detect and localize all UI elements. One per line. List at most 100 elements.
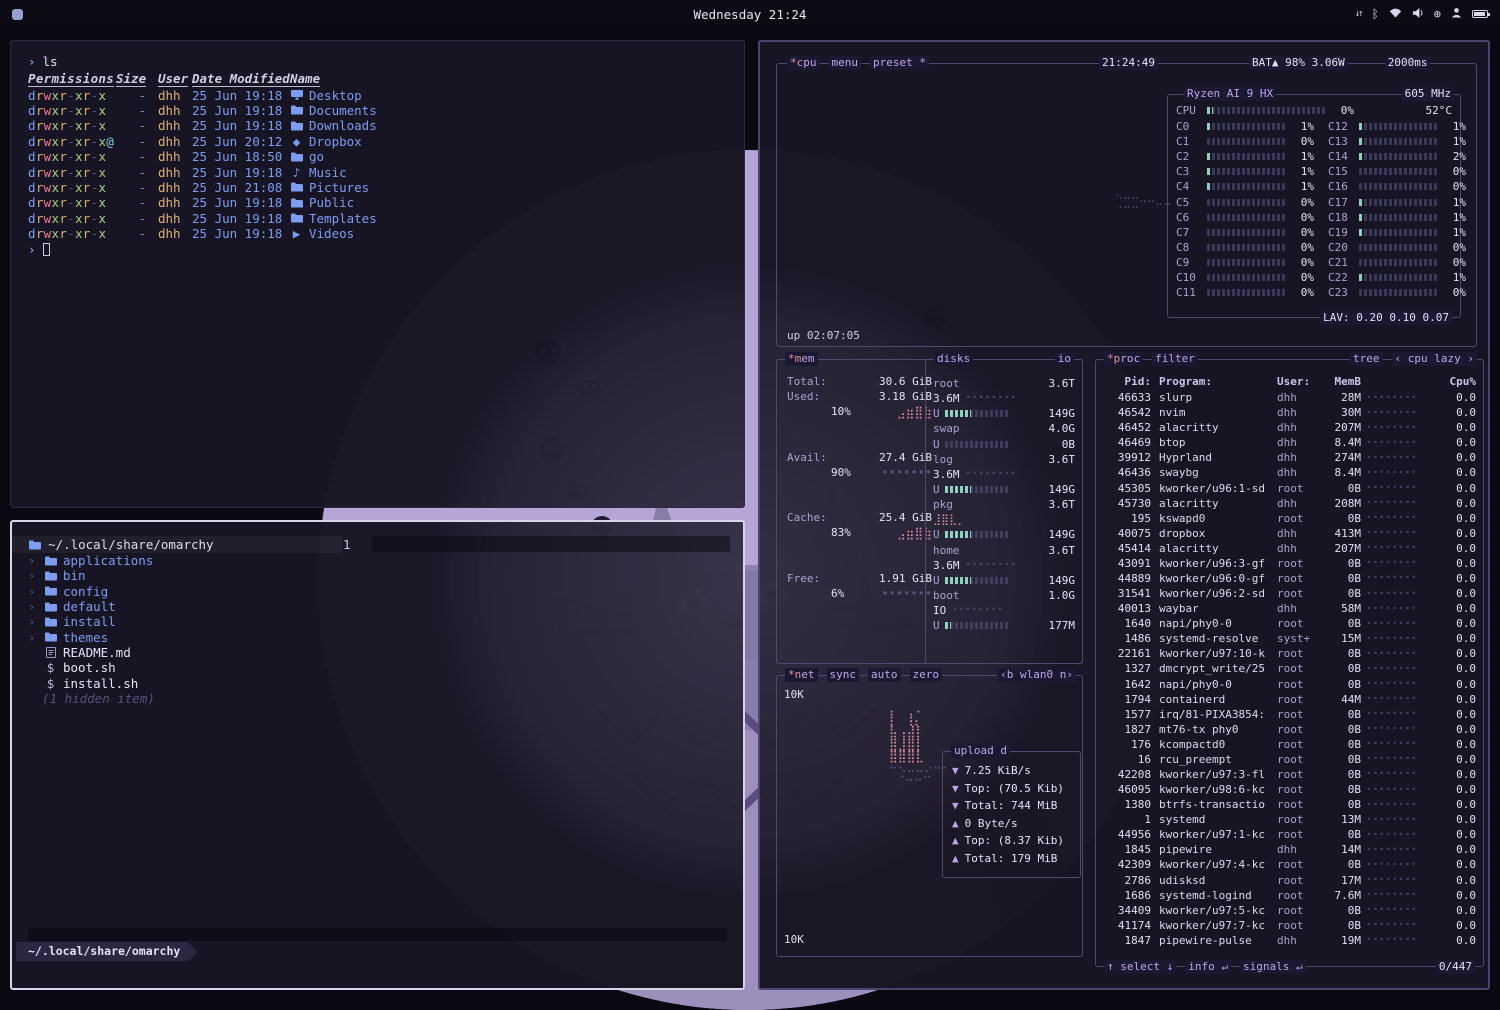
upload-box-title[interactable]: upload d (951, 744, 1010, 758)
process-row[interactable]: 1577irq/81-PIXA3854:root0B∙∙∙∙∙∙∙∙0.0 (1096, 707, 1483, 722)
footer-key-signals[interactable]: signals ↵ (1240, 960, 1306, 974)
process-row[interactable]: 176kcompactd0root0B∙∙∙∙∙∙∙∙0.0 (1096, 737, 1483, 752)
process-name: nvim (1151, 406, 1277, 419)
terminal-cursor[interactable] (43, 243, 50, 256)
process-row[interactable]: 45414alacrittydhh207M∙∙∙∙∙∙∙∙0.0 (1096, 541, 1483, 556)
tree-item-README.md[interactable]: README.md (12, 645, 342, 660)
process-row[interactable]: 46469btopdhh8.4M∙∙∙∙∙∙∙∙0.0 (1096, 435, 1483, 450)
process-row[interactable]: 44956kworker/u97:1-kcroot0B∙∙∙∙∙∙∙∙0.0 (1096, 827, 1483, 842)
mem-box-title[interactable]: *mem (785, 352, 818, 366)
tree-item-boot.sh[interactable]: $boot.sh (12, 660, 342, 675)
cpu-box-title[interactable]: *cpu (787, 56, 820, 70)
footer-key-info[interactable]: info ↵ (1185, 960, 1231, 974)
volume-icon[interactable] (1412, 8, 1424, 21)
file-row: drwxr-xr-x@-dhh25 Jun 20:12◆Dropbox (28, 134, 744, 149)
process-row[interactable]: 1847pipewire-pulsedhh19M∙∙∙∙∙∙∙∙0.0 (1096, 933, 1483, 948)
user-icon[interactable] (1451, 7, 1462, 21)
network-icon[interactable]: ⊕ (1434, 8, 1441, 20)
process-row[interactable]: 45305kworker/u96:1-sdroot0B∙∙∙∙∙∙∙∙0.0 (1096, 480, 1483, 495)
net-box-title[interactable]: *net (785, 668, 818, 682)
file-name: Public (290, 195, 354, 210)
file-name: Downloads (290, 118, 377, 133)
download-arrow-icon: ▼ (952, 799, 959, 812)
process-row[interactable]: 16rcu_preemptroot0B∙∙∙∙∙∙∙∙0.0 (1096, 752, 1483, 767)
process-row[interactable]: 43091kworker/u96:3-gfroot0B∙∙∙∙∙∙∙∙0.0 (1096, 556, 1483, 571)
process-row[interactable]: 1640napi/phy0-0root0B∙∙∙∙∙∙∙∙0.0 (1096, 616, 1483, 631)
tree-item-config[interactable]: ›config (12, 584, 342, 599)
tree-item-applications[interactable]: ›applications (12, 553, 342, 568)
tab-cpulazy[interactable]: ‹ cpu lazy › (1392, 352, 1477, 366)
tab-menu[interactable]: menu (829, 56, 862, 70)
proc-col-header: Cpu% (1423, 375, 1476, 388)
bluetooth-icon[interactable]: ᛒ (1372, 8, 1379, 20)
tab-tree[interactable]: tree (1350, 352, 1383, 366)
tab-preset[interactable]: preset * (870, 56, 929, 70)
file-date: 25 Jun 21:08 (192, 180, 290, 195)
process-row[interactable]: 1systemdroot13M∙∙∙∙∙∙∙∙0.0 (1096, 812, 1483, 827)
process-row[interactable]: 42208kworker/u97:3-flroot0B∙∙∙∙∙∙∙∙0.0 (1096, 767, 1483, 782)
file-manager-window: ~/.local/share/omarchy 1 ›applications›b… (10, 520, 745, 990)
wifi-icon[interactable] (1389, 8, 1402, 21)
process-row[interactable]: 1686systemd-logindroot7.6M∙∙∙∙∙∙∙∙0.0 (1096, 888, 1483, 903)
workspace-indicator[interactable] (12, 9, 23, 20)
current-directory-row[interactable]: ~/.local/share/omarchy (12, 536, 342, 553)
disks-box-title[interactable]: disks (934, 352, 973, 366)
process-row[interactable]: 1794containerdroot44M∙∙∙∙∙∙∙∙0.0 (1096, 692, 1483, 707)
process-row[interactable]: 41174kworker/u97:7-kcroot0B∙∙∙∙∙∙∙∙0.0 (1096, 918, 1483, 933)
process-row[interactable]: 1486systemd-resolvesyst+15M∙∙∙∙∙∙∙∙0.0 (1096, 631, 1483, 646)
process-row[interactable]: 42309kworker/u97:4-kcroot0B∙∙∙∙∙∙∙∙0.0 (1096, 857, 1483, 872)
update-interval[interactable]: 2000ms (1385, 56, 1431, 70)
tab-zero[interactable]: zero (910, 668, 943, 682)
process-row[interactable]: 2786udisksdroot17M∙∙∙∙∙∙∙∙0.0 (1096, 873, 1483, 888)
prompt-line-2: › (28, 241, 744, 257)
process-row[interactable]: 46095kworker/u98:6-kcroot0B∙∙∙∙∙∙∙∙0.0 (1096, 782, 1483, 797)
process-row[interactable]: 1642napi/phy0-0root0B∙∙∙∙∙∙∙∙0.0 (1096, 676, 1483, 691)
tree-item-themes[interactable]: ›themes (12, 629, 342, 644)
io-tab[interactable]: io (1055, 352, 1074, 366)
battery-icon[interactable] (1472, 10, 1488, 18)
process-row[interactable]: 22161kworker/u97:10-kroot0B∙∙∙∙∙∙∙∙0.0 (1096, 646, 1483, 661)
footer-key-select[interactable]: ↑ select ↓ (1104, 960, 1176, 974)
process-row[interactable]: 45730alacrittydhh208M∙∙∙∙∙∙∙∙0.0 (1096, 496, 1483, 511)
core-name: C8 (1176, 241, 1202, 254)
net-interface[interactable]: ‹b wlan0 n› (997, 668, 1076, 682)
process-row[interactable]: 46542nvimdhh30M∙∙∙∙∙∙∙∙0.0 (1096, 405, 1483, 420)
cpu-model: Ryzen AI 9 HX (1184, 87, 1276, 101)
proc-box-title[interactable]: *proc (1104, 352, 1143, 366)
cpu-total-label: CPU (1176, 104, 1202, 117)
core-name: C2 (1176, 150, 1202, 163)
process-row[interactable]: 31541kworker/u96:2-sdroot0B∙∙∙∙∙∙∙∙0.0 (1096, 586, 1483, 601)
tree-item-bin[interactable]: ›bin (12, 568, 342, 583)
process-mem: 8.4M (1323, 466, 1361, 479)
process-mem: 0B (1323, 678, 1361, 691)
process-row[interactable]: 1380btrfs-transactioroot0B∙∙∙∙∙∙∙∙0.0 (1096, 797, 1483, 812)
process-row[interactable]: 46436swaybgdhh8.4M∙∙∙∙∙∙∙∙0.0 (1096, 465, 1483, 480)
process-row[interactable]: 44889kworker/u96:0-gfroot0B∙∙∙∙∙∙∙∙0.0 (1096, 571, 1483, 586)
process-row[interactable]: 40075dropboxdhh413M∙∙∙∙∙∙∙∙0.0 (1096, 526, 1483, 541)
process-row[interactable]: 1327dmcrypt_write/25root0B∙∙∙∙∙∙∙∙0.0 (1096, 661, 1483, 676)
mem-stat-pct: 6% (831, 587, 844, 600)
tab-filter[interactable]: filter (1152, 352, 1198, 366)
process-name: kswapd0 (1151, 512, 1277, 525)
process-cpu-pct: 0.0 (1423, 572, 1476, 585)
process-name: kworker/u98:6-kc (1151, 783, 1277, 796)
process-row[interactable]: 39912Hyprlanddhh274M∙∙∙∙∙∙∙∙0.0 (1096, 450, 1483, 465)
process-mem: 274M (1323, 451, 1361, 464)
tray-arrows-icon[interactable]: ↓↑ (1355, 10, 1362, 19)
tab-auto[interactable]: auto (868, 668, 901, 682)
process-row[interactable]: 46452alacrittydhh207M∙∙∙∙∙∙∙∙0.0 (1096, 420, 1483, 435)
core-row: C191% (1328, 225, 1466, 240)
process-row[interactable]: 34409kworker/u97:5-kcroot0B∙∙∙∙∙∙∙∙0.0 (1096, 903, 1483, 918)
tree-item-default[interactable]: ›default (12, 599, 342, 614)
process-mem: 0B (1323, 798, 1361, 811)
process-row[interactable]: 195kswapd0root0B∙∙∙∙∙∙∙∙0.0 (1096, 511, 1483, 526)
tree-item-install[interactable]: ›install (12, 614, 342, 629)
process-row[interactable]: 1827mt76-tx phy0root0B∙∙∙∙∙∙∙∙0.0 (1096, 722, 1483, 737)
process-row[interactable]: 1845pipewiredhh14M∙∙∙∙∙∙∙∙0.0 (1096, 842, 1483, 857)
tab-sync[interactable]: sync (827, 668, 860, 682)
editor-cursorline[interactable] (372, 536, 730, 552)
process-row[interactable]: 46633slurpdhh28M∙∙∙∙∙∙∙∙0.0 (1096, 390, 1483, 405)
tree-item-install.sh[interactable]: $install.sh (12, 675, 342, 690)
process-row[interactable]: 40013waybardhh58M∙∙∙∙∙∙∙∙0.0 (1096, 601, 1483, 616)
file-size: - (116, 165, 146, 180)
